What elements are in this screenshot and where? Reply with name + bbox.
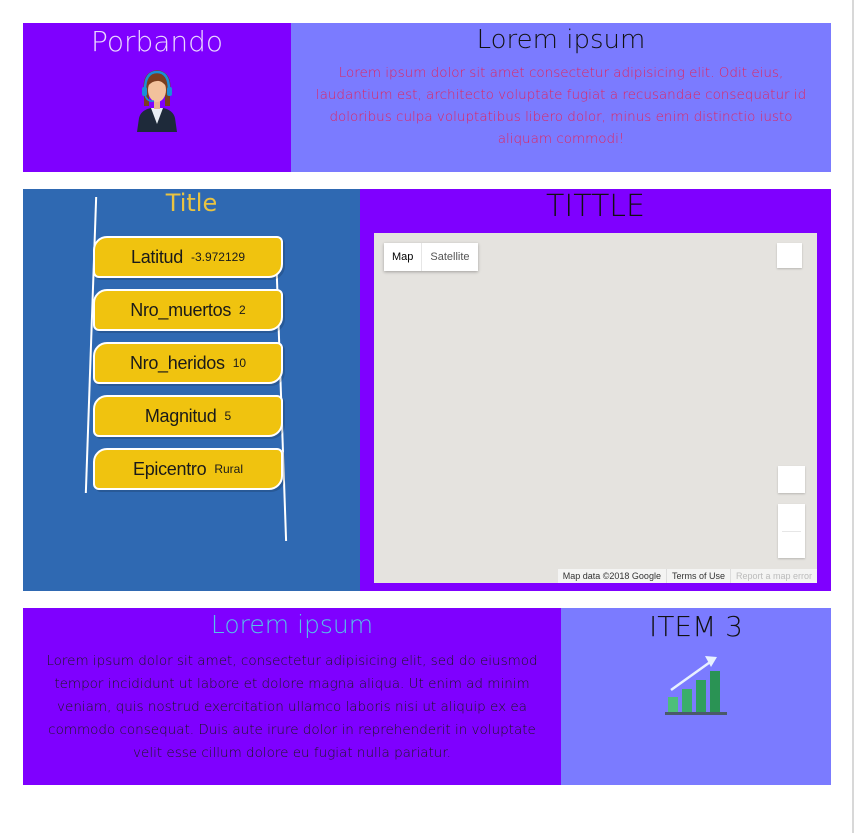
map-panel: TITTLE Map Satellite Map data ©2018 Goog… [360,189,831,591]
zoom-in-button[interactable] [778,504,805,531]
ribbon-nro-muertos: Nro_muertos 2 [93,289,283,331]
ribbon-label: Latitud [131,246,183,267]
ribbon-value: 2 [239,303,246,317]
header-right-body: Lorem ipsum dolor sit amet consectetur a… [315,65,807,147]
map-view[interactable]: Map Satellite Map data ©2018 Google Term… [374,233,817,583]
report-error-link[interactable]: Report a map error [729,569,817,583]
map-panel-title: TITTLE [546,189,645,224]
ribbon-value: -3.972129 [190,250,245,264]
zoom-control [778,504,805,558]
map-data-text: Map data ©2018 Google [562,571,661,581]
header-left-panel: Porbando [23,23,291,172]
info-panel-title: Title [165,189,218,217]
map-attribution: Map data ©2018 Google Terms of Use Repor… [557,569,817,583]
fullscreen-button[interactable] [777,243,802,268]
street-view-button[interactable] [778,466,805,493]
ribbon-magnitud: Magnitud 5 [93,395,283,437]
map-type-control: Map Satellite [384,243,478,271]
tab-satellite[interactable]: Satellite [422,243,477,271]
ribbon-label: Epicentro [132,458,207,479]
footer-left-panel: Lorem ipsum Lorem ipsum dolor sit amet, … [23,608,561,785]
header-right-panel: Lorem ipsum Lorem ipsum dolor sit amet c… [291,23,831,172]
zoom-out-button[interactable] [778,532,805,558]
terms-link[interactable]: Terms of Use [665,569,730,583]
info-panel: Title Latitud -3.972129 Nro_muertos 2 Nr… [23,189,360,591]
ribbon-epicentro: Epicentro Rural [93,448,283,490]
ribbon-nro-heridos: Nro_heridos 10 [93,342,283,384]
footer-left-body: Lorem ipsum dolor sit amet, consectetur … [46,653,538,761]
footer-right-title: ITEM 3 [649,610,743,643]
footer-right-panel: ITEM 3 [561,608,831,785]
page-scrollbar[interactable] [852,0,854,833]
header-left-title: Porbando [90,25,224,58]
support-agent-icon [127,66,187,134]
ribbon-latitud: Latitud -3.972129 [93,236,283,278]
ribbon-value: Rural [214,462,244,476]
header-right-title: Lorem ipsum [476,25,646,55]
ribbon-label: Nro_heridos [129,352,225,373]
ribbon-label: Magnitud [144,405,217,426]
ribbon-label: Nro_muertos [130,299,232,320]
growth-chart-icon [663,652,729,716]
ribbon-value: 10 [232,356,247,370]
ribbon-value: 5 [224,409,232,423]
tab-map[interactable]: Map [384,243,423,271]
footer-left-title: Lorem ipsum [210,610,374,639]
